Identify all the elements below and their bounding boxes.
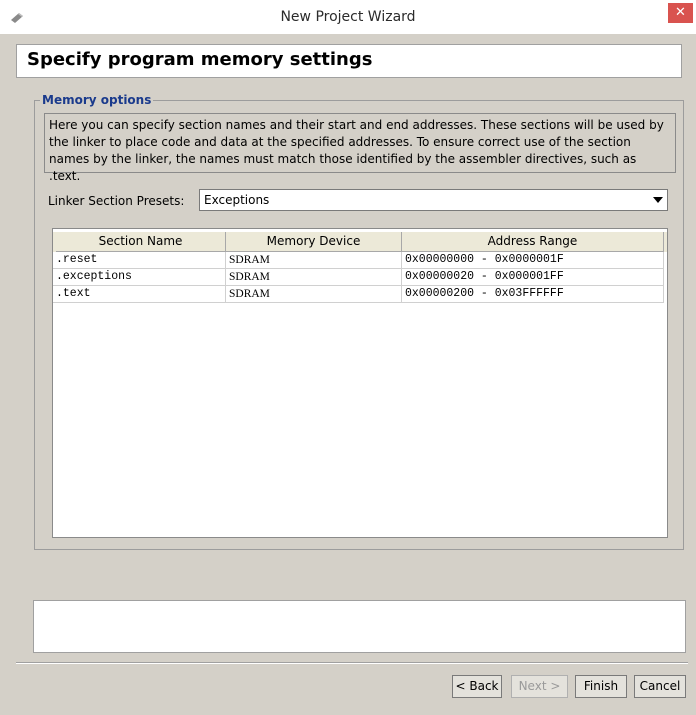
section-name-cell: .exceptions — [53, 269, 226, 286]
memory-options-description: Here you can specify section names and t… — [44, 113, 676, 183]
next-button[interactable]: Next > — [511, 675, 568, 698]
table-row[interactable]: .reset SDRAM 0x00000000 - 0x0000001F — [53, 252, 667, 269]
address-range-cell: 0x00000020 - 0x000001FF — [402, 269, 664, 286]
new-project-wizard-window: New Project Wizard ✕ Specify program mem… — [0, 0, 696, 715]
linker-presets-select[interactable]: Exceptions — [199, 189, 668, 211]
page-header: Specify program memory settings — [16, 44, 682, 78]
close-icon: ✕ — [675, 5, 686, 20]
linker-presets-label: Linker Section Presets: — [48, 194, 185, 208]
page-title: Specify program memory settings — [27, 49, 373, 70]
chevron-down-icon — [653, 197, 663, 203]
sections-table: Section Name Memory Device Address Range… — [52, 228, 668, 538]
address-range-cell: 0x00000200 - 0x03FFFFFF — [402, 286, 664, 303]
button-separator — [16, 662, 688, 664]
memory-device-cell: SDRAM — [226, 286, 402, 303]
cancel-button[interactable]: Cancel — [634, 675, 686, 698]
back-button[interactable]: < Back — [452, 675, 502, 698]
table-row[interactable]: .exceptions SDRAM 0x00000020 - 0x000001F… — [53, 269, 667, 286]
section-name-cell: .reset — [53, 252, 226, 269]
column-header-section-name[interactable]: Section Name — [56, 232, 226, 252]
linker-presets-value: Exceptions — [204, 193, 270, 207]
table-row[interactable]: .text SDRAM 0x00000200 - 0x03FFFFFF — [53, 286, 667, 303]
close-button[interactable]: ✕ — [668, 3, 693, 23]
memory-device-cell: SDRAM — [226, 252, 402, 269]
column-header-memory-device[interactable]: Memory Device — [226, 232, 402, 252]
finish-button[interactable]: Finish — [575, 675, 627, 698]
address-range-cell: 0x00000000 - 0x0000001F — [402, 252, 664, 269]
column-header-address-range[interactable]: Address Range — [402, 232, 664, 252]
message-area — [33, 600, 686, 653]
table-header: Section Name Memory Device Address Range — [53, 232, 667, 252]
memory-options-legend: Memory options — [40, 93, 154, 107]
section-name-cell: .text — [53, 286, 226, 303]
title-bar: New Project Wizard ✕ — [0, 0, 696, 34]
window-title: New Project Wizard — [280, 9, 416, 25]
memory-device-cell: SDRAM — [226, 269, 402, 286]
